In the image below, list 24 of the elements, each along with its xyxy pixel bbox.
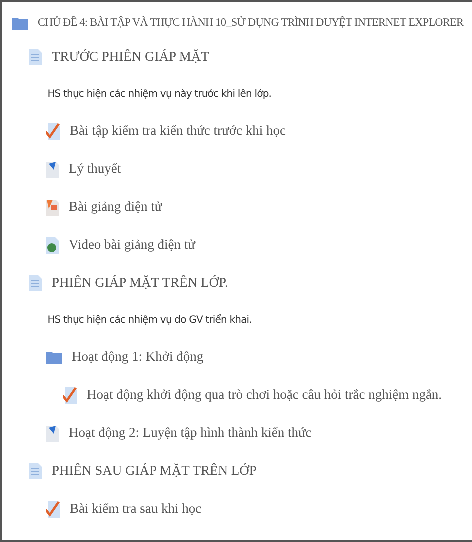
section-title[interactable]: PHIÊN GIÁP MẶT TRÊN LỚP. xyxy=(52,275,228,291)
folder-icon xyxy=(46,350,62,364)
checkmark-document-icon xyxy=(46,122,60,140)
activity-link[interactable]: Lý thuyết xyxy=(69,161,122,177)
document-icon xyxy=(29,275,42,291)
activity-link[interactable]: Hoạt động khởi động qua trò chơi hoặc câu hỏi trắc nghiệm ngắn. xyxy=(87,387,442,403)
checkmark-document-icon xyxy=(63,386,77,404)
slides-icon xyxy=(46,198,59,216)
checkmark-document-icon xyxy=(46,500,60,518)
globe-document-icon xyxy=(46,236,59,254)
document-icon xyxy=(29,463,42,479)
section-description: HS thực hiện các nhiệm vụ do GV triển khai. xyxy=(48,314,252,326)
section-title[interactable]: PHIÊN SAU GIÁP MẶT TRÊN LỚP xyxy=(52,463,257,479)
activity-link[interactable]: Bài kiểm tra sau khi học xyxy=(70,501,202,517)
activity-link[interactable]: Bài giảng điện tử xyxy=(69,199,162,215)
section-title[interactable]: TRƯỚC PHIÊN GIÁP MẶT xyxy=(52,49,210,65)
activity-link[interactable]: Hoạt động 1: Khởi động xyxy=(72,349,204,365)
document-icon xyxy=(29,49,42,65)
activity-link[interactable]: Bài tập kiểm tra kiến thức trước khi học xyxy=(70,123,286,139)
topic-title[interactable]: CHỦ ĐỀ 4: BÀI TẬP VÀ THỰC HÀNH 10_SỬ DỤNG TRÌNH DUYỆT INTERNET EXPLORER xyxy=(38,17,464,29)
folder-icon xyxy=(12,16,28,30)
activity-link[interactable]: Hoạt động 2: Luyện tập hình thành kiến thức xyxy=(69,425,312,441)
activity-link[interactable]: Video bài giảng điện tử xyxy=(69,237,196,253)
section-description: HS thực hiện các nhiệm vụ này trước khi lên lớp. xyxy=(48,88,272,100)
